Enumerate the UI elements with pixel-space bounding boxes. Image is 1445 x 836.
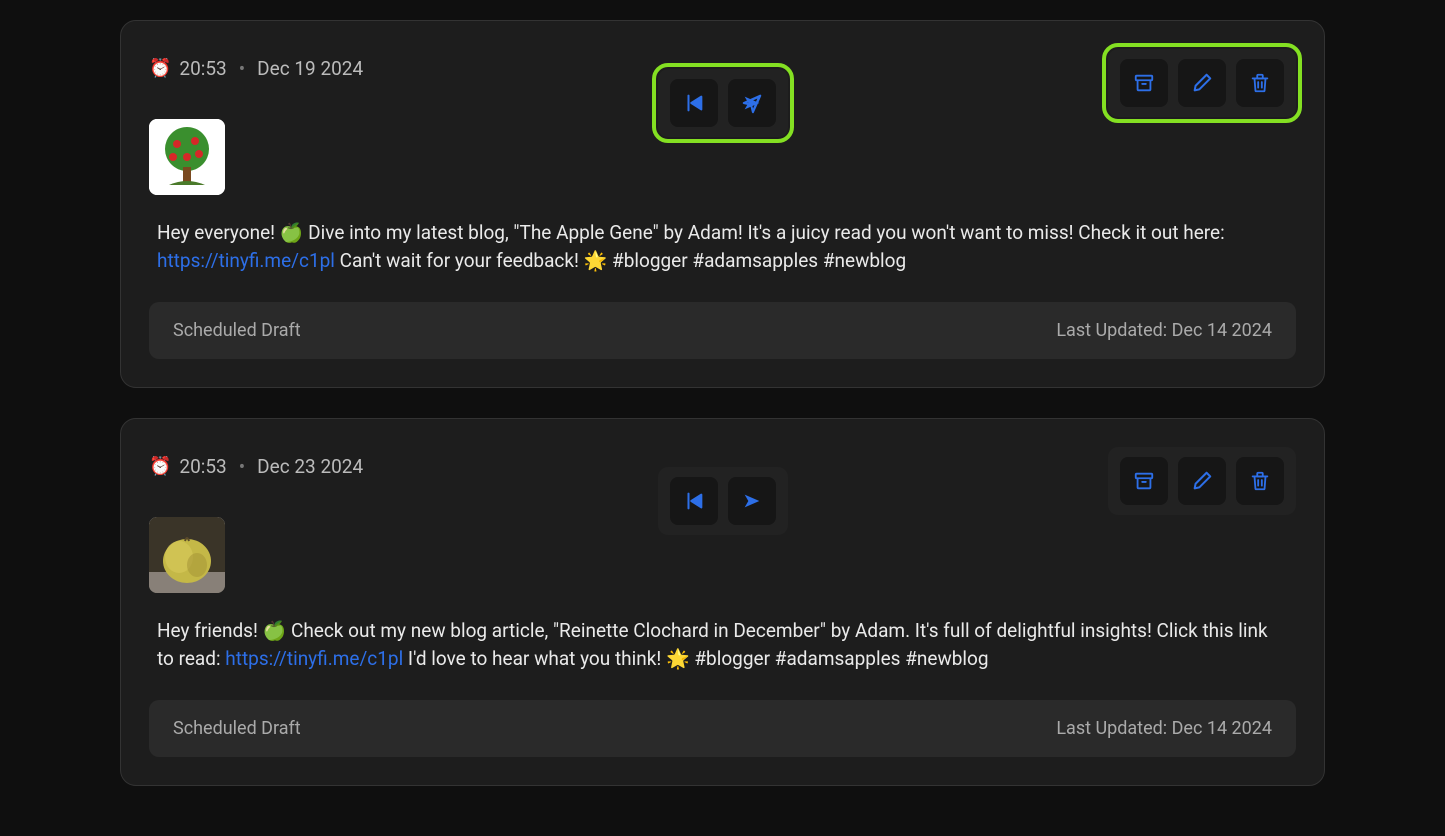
archive-button[interactable] (1120, 457, 1168, 505)
schedule-time: ⏰ 20:53 • Dec 23 2024 (149, 447, 363, 478)
action-controls (1108, 447, 1296, 515)
edit-button[interactable] (1178, 457, 1226, 505)
card-header: ⏰ 20:53 • Dec 19 2024 (149, 49, 1296, 119)
card-header: ⏰ 20:53 • Dec 23 2024 (149, 447, 1296, 517)
archive-button[interactable] (1120, 59, 1168, 107)
post-thumbnail (149, 119, 225, 195)
send-button[interactable] (728, 79, 776, 127)
alarm-clock-icon: ⏰ (149, 58, 171, 79)
skip-back-button[interactable] (670, 79, 718, 127)
skip-back-button[interactable] (670, 477, 718, 525)
post-text-post: Can't wait for your feedback! 🌟 #blogger… (335, 249, 906, 272)
post-card: ⏰ 20:53 • Dec 19 2024 (120, 20, 1325, 388)
last-updated-label: Last Updated: Dec 14 2024 (1056, 718, 1272, 739)
last-updated-label: Last Updated: Dec 14 2024 (1056, 320, 1272, 341)
status-bar: Scheduled Draft Last Updated: Dec 14 202… (149, 700, 1296, 757)
status-label: Scheduled Draft (173, 718, 301, 739)
separator-dot: • (239, 57, 245, 80)
post-body: Hey everyone! 🍏 Dive into my latest blog… (149, 219, 1296, 274)
post-text-pre: Hey everyone! 🍏 Dive into my latest blog… (157, 221, 1225, 244)
status-bar: Scheduled Draft Last Updated: Dec 14 202… (149, 302, 1296, 359)
status-label: Scheduled Draft (173, 320, 301, 341)
post-body: Hey friends! 🍏 Check out my new blog art… (149, 617, 1296, 672)
edit-button[interactable] (1178, 59, 1226, 107)
delete-button[interactable] (1236, 59, 1284, 107)
schedule-date: Dec 19 2024 (257, 57, 363, 80)
post-card: ⏰ 20:53 • Dec 23 2024 (120, 418, 1325, 786)
playback-controls (658, 467, 788, 535)
schedule-time: ⏰ 20:53 • Dec 19 2024 (149, 49, 363, 80)
post-link[interactable]: https://tinyfi.me/c1pl (157, 249, 335, 272)
delete-button[interactable] (1236, 457, 1284, 505)
schedule-hour: 20:53 (179, 455, 226, 478)
separator-dot: • (239, 455, 245, 478)
send-button[interactable] (728, 477, 776, 525)
playback-controls (658, 69, 788, 137)
alarm-clock-icon: ⏰ (149, 456, 171, 477)
post-link[interactable]: https://tinyfi.me/c1pl (225, 647, 403, 670)
post-text-post: I'd love to hear what you think! 🌟 #blog… (403, 647, 988, 670)
schedule-hour: 20:53 (179, 57, 226, 80)
post-thumbnail (149, 517, 225, 593)
action-controls (1108, 49, 1296, 117)
schedule-date: Dec 23 2024 (257, 455, 363, 478)
